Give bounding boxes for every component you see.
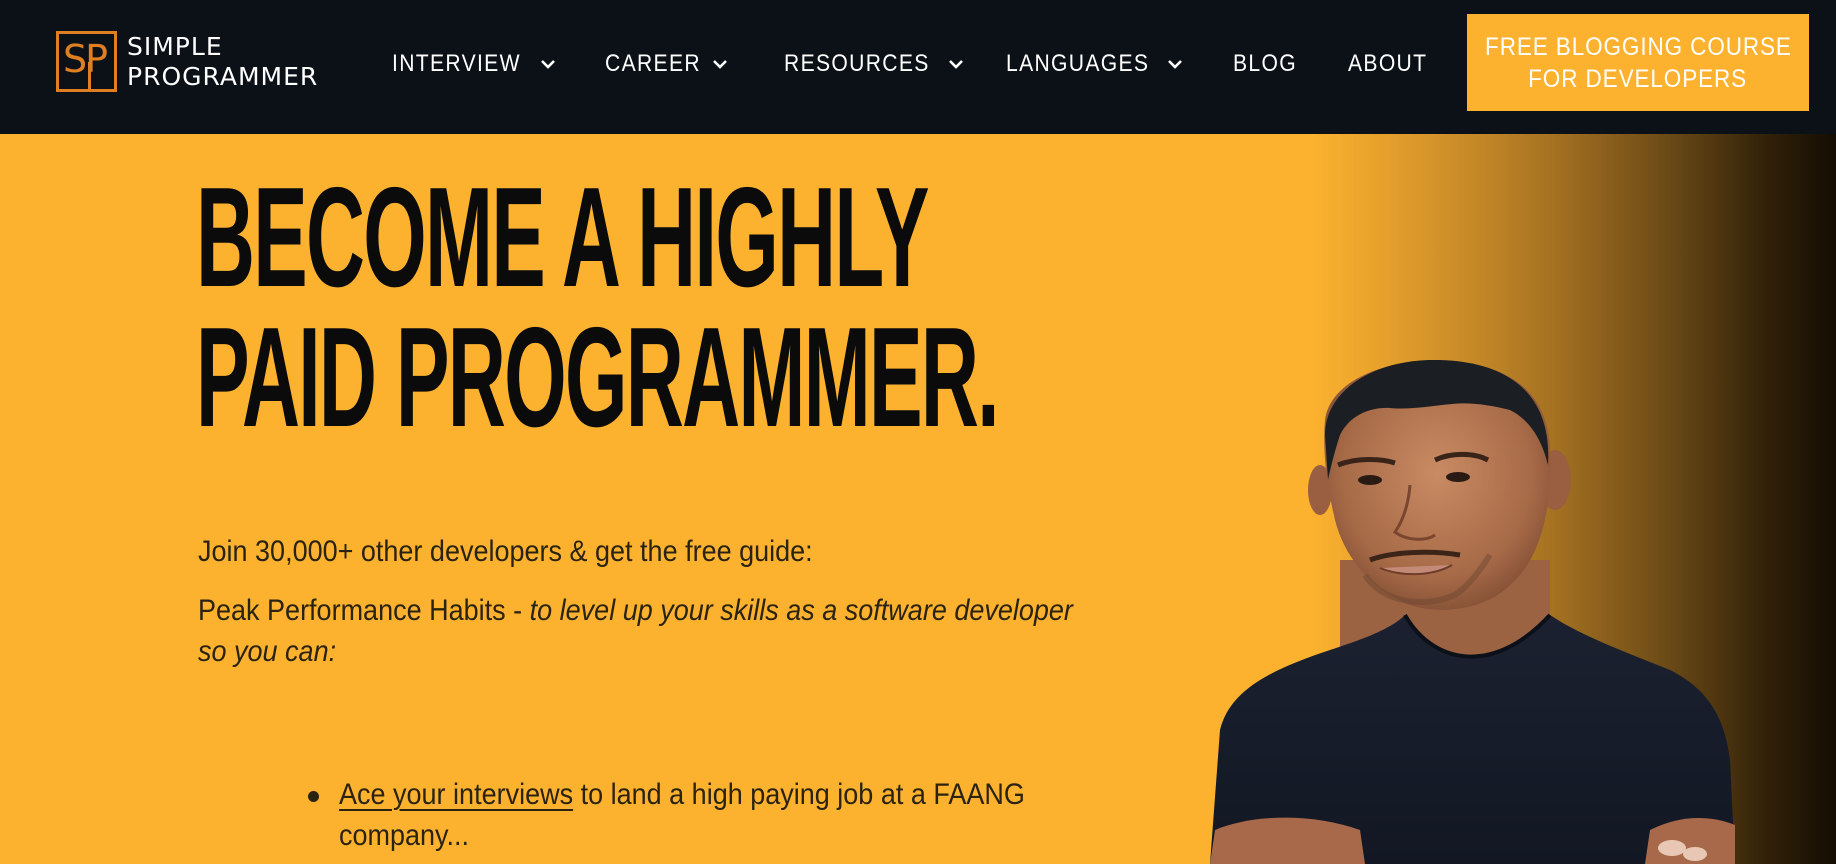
nav-label: INTERVIEW [392, 50, 521, 77]
nav-label: LANGUAGES [1006, 50, 1150, 77]
free-blogging-course-button[interactable]: FREE BLOGGING COURSE FOR DEVELOPERS [1467, 14, 1809, 111]
logo-line-1: SIMPLE [127, 31, 223, 61]
bullet-text: Ace your interviews to land a high payin… [339, 774, 1059, 856]
nav-label: CAREER [605, 50, 701, 77]
chevron-down-icon [540, 59, 556, 69]
logo-monogram: SP [63, 37, 108, 81]
logo-line-2: PROGRAMMER [127, 61, 319, 91]
guide-description: Peak Performance Habits - to level up yo… [198, 590, 1098, 672]
nav-label: BLOG [1233, 50, 1297, 77]
nav-label: ABOUT [1348, 50, 1428, 77]
cta-line-1: FREE BLOGGING COURSE [1484, 32, 1792, 61]
guide-separator: - [505, 594, 530, 627]
nav-item-blog[interactable]: BLOG [1233, 46, 1306, 82]
chevron-down-icon [948, 59, 964, 69]
guide-name: Peak Performance Habits [198, 594, 506, 627]
join-text: Join 30,000+ other developers & get the … [198, 535, 813, 568]
person-portrait-image [1190, 359, 1750, 864]
nav-item-career[interactable]: CAREER [605, 46, 728, 82]
logo-divider [88, 62, 91, 92]
nav-label: RESOURCES [784, 50, 930, 77]
bullet-icon [308, 791, 319, 802]
headline-line-1: BECOME A HIGHLY [196, 158, 929, 317]
ace-interviews-link[interactable]: Ace your interviews [339, 778, 573, 811]
site-header: SP SIMPLE PROGRAMMER INTERVIEW CAREER RE… [0, 0, 1836, 134]
nav-item-languages[interactable]: LANGUAGES [1006, 46, 1183, 82]
chevron-down-icon [712, 59, 728, 69]
nav-item-interview[interactable]: INTERVIEW [392, 46, 556, 82]
cta-line-2: FOR DEVELOPERS [1528, 64, 1748, 93]
headline-line-2: PAID PROGRAMMER. [196, 298, 1000, 457]
site-logo[interactable]: SP SIMPLE PROGRAMMER [56, 31, 318, 92]
logo-wordmark: SIMPLE PROGRAMMER [127, 32, 318, 92]
nav-item-about[interactable]: ABOUT [1348, 46, 1438, 82]
sp-logo-icon: SP [56, 31, 117, 92]
chevron-down-icon [1167, 59, 1183, 69]
nav-item-resources[interactable]: RESOURCES [784, 46, 964, 82]
